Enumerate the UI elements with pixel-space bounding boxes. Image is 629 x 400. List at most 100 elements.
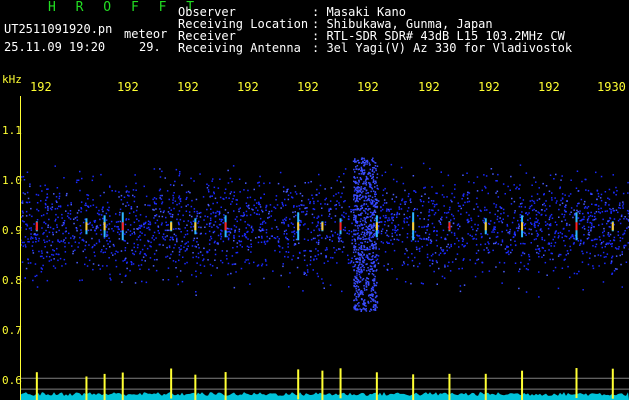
noise-pixel <box>206 208 208 211</box>
noise-pixel <box>149 223 151 226</box>
noise-pixel <box>506 246 508 248</box>
noise-pixel <box>587 229 590 231</box>
noise-pixel <box>309 202 311 205</box>
noise-pixel <box>356 278 358 280</box>
noise-pixel <box>436 261 438 264</box>
noise-pixel <box>259 217 262 220</box>
noise-pixel <box>454 243 456 245</box>
noise-pixel <box>364 289 366 291</box>
noise-pixel <box>153 239 155 241</box>
noise-pixel <box>179 198 181 201</box>
noise-pixel <box>195 275 197 278</box>
noise-pixel <box>212 178 214 180</box>
noise-pixel <box>357 257 359 260</box>
noise-pixel <box>496 232 499 234</box>
noise-pixel <box>515 244 517 246</box>
noise-pixel <box>439 221 441 224</box>
noise-pixel <box>581 226 584 229</box>
noise-pixel <box>552 238 554 241</box>
noise-pixel <box>110 220 113 223</box>
noise-pixel <box>569 245 571 248</box>
noise-pixel <box>354 275 356 278</box>
noise-pixel <box>21 261 24 263</box>
noise-pixel <box>133 231 135 233</box>
noise-pixel <box>382 204 385 206</box>
noise-pixel <box>417 235 419 237</box>
noise-pixel <box>431 263 434 265</box>
noise-pixel <box>531 184 533 186</box>
meteor-echo <box>121 222 124 231</box>
noise-pixel <box>616 190 618 192</box>
noise-pixel <box>368 258 370 260</box>
noise-pixel <box>152 265 155 267</box>
noise-pixel <box>474 223 476 226</box>
noise-pixel <box>300 221 302 223</box>
noise-pixel <box>209 222 212 224</box>
noise-pixel <box>359 263 361 265</box>
noise-pixel <box>373 304 375 306</box>
noise-pixel <box>443 205 445 207</box>
noise-pixel <box>361 248 363 250</box>
noise-pixel <box>249 283 251 285</box>
noise-pixel <box>360 166 363 169</box>
noise-pixel <box>210 219 212 221</box>
noise-pixel <box>354 233 357 235</box>
noise-pixel <box>462 240 464 242</box>
noise-pixel <box>74 217 77 219</box>
noise-pixel <box>178 197 180 199</box>
noise-pixel <box>132 189 135 191</box>
noise-pixel <box>587 205 590 208</box>
noise-pixel <box>170 209 172 211</box>
noise-pixel <box>46 279 49 282</box>
noise-pixel <box>234 218 237 220</box>
noise-pixel <box>359 293 362 295</box>
noise-pixel <box>313 202 315 205</box>
noise-pixel <box>537 234 540 236</box>
noise-pixel <box>43 232 45 234</box>
noise-pixel <box>613 191 615 194</box>
noise-pixel <box>165 216 167 219</box>
noise-pixel <box>348 215 350 218</box>
noise-pixel <box>382 242 384 244</box>
noise-pixel <box>83 240 85 242</box>
noise-pixel <box>613 236 616 239</box>
noise-pixel <box>533 200 535 203</box>
minute-label: 192 <box>357 80 379 94</box>
noise-pixel <box>58 205 60 208</box>
noise-pixel <box>353 269 355 271</box>
noise-pixel <box>580 240 582 242</box>
noise-pixel <box>359 259 361 262</box>
noise-pixel <box>348 230 350 232</box>
noise-pixel <box>443 252 446 255</box>
noise-pixel <box>554 231 557 233</box>
noise-pixel <box>317 215 320 217</box>
noise-pixel <box>352 251 355 254</box>
noise-pixel <box>110 252 113 254</box>
noise-pixel <box>184 262 186 265</box>
noise-pixel <box>322 282 324 284</box>
noise-pixel <box>604 201 607 204</box>
noise-pixel <box>332 195 335 197</box>
noise-pixel <box>111 190 113 192</box>
noise-pixel <box>343 211 345 214</box>
noise-pixel <box>543 202 545 205</box>
noise-pixel <box>569 213 571 216</box>
noise-pixel <box>369 182 371 184</box>
noise-pixel <box>584 206 587 208</box>
noise-pixel <box>480 233 482 235</box>
noise-pixel <box>610 243 612 245</box>
noise-pixel <box>307 181 310 184</box>
noise-pixel <box>600 254 602 257</box>
noise-pixel <box>605 256 607 258</box>
noise-pixel <box>602 231 604 234</box>
noise-pixel <box>569 249 572 251</box>
noise-pixel <box>375 193 377 195</box>
noise-pixel <box>281 203 284 205</box>
noise-pixel <box>522 242 524 245</box>
noise-pixel <box>352 211 355 214</box>
noise-pixel <box>274 219 276 221</box>
noise-pixel <box>355 204 357 207</box>
noise-pixel <box>268 212 270 215</box>
noise-pixel <box>370 219 372 221</box>
noise-pixel <box>287 256 289 258</box>
